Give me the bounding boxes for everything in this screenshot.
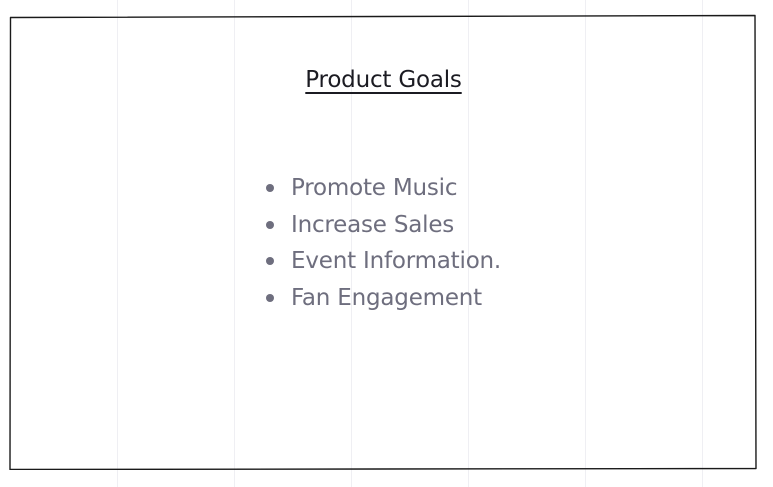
bullet-icon — [266, 257, 274, 266]
slide-title: Product Goals — [305, 67, 462, 93]
goal-label: Event Information. — [291, 248, 502, 275]
bullet-icon — [266, 184, 274, 192]
goal-label: Fan Engagement — [291, 285, 483, 312]
list-item: Fan Engagement — [265, 282, 501, 319]
product-goals-list: Promote Music Increase Sales Event Infor… — [265, 172, 501, 319]
list-item: Increase Sales — [265, 209, 501, 246]
bullet-icon — [266, 220, 274, 229]
slide-title-container: Product Goals — [0, 67, 773, 93]
bullet-icon — [266, 294, 274, 303]
goal-label: Increase Sales — [291, 211, 455, 238]
list-item: Promote Music — [265, 172, 501, 209]
goal-label: Promote Music — [291, 175, 458, 201]
list-item: Event Information. — [265, 245, 501, 282]
